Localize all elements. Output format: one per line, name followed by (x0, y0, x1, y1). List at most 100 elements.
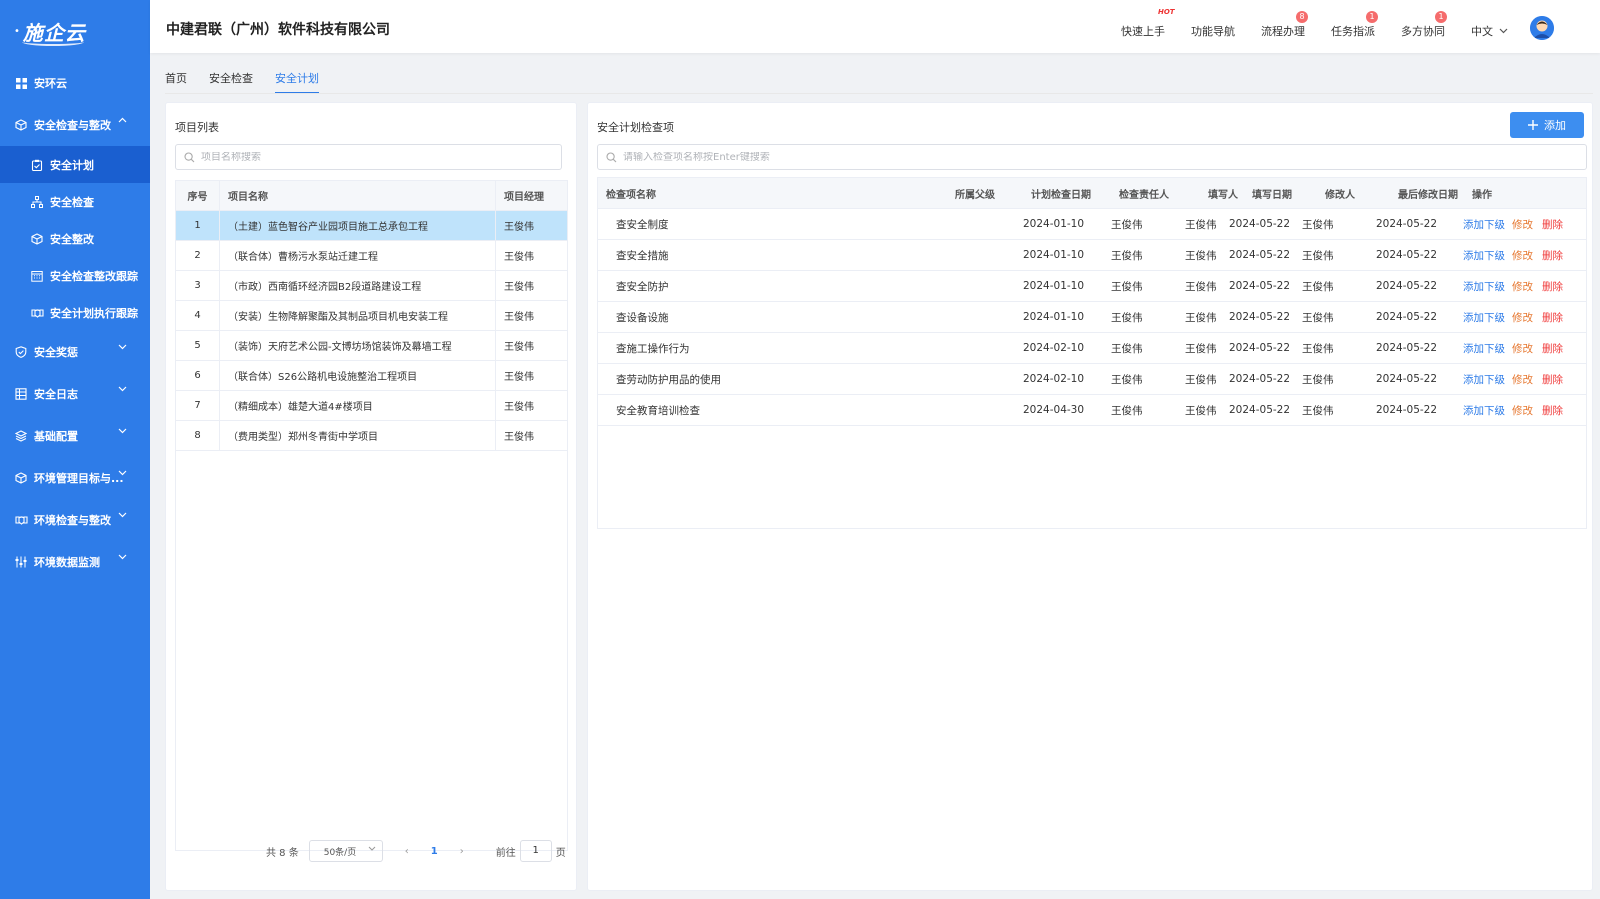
sidebar-subitem-1-1[interactable]: 安全检查 (0, 183, 150, 220)
delete-link[interactable]: 删除 (1542, 248, 1563, 263)
nav-collaboration[interactable]: 多方协同 (1401, 23, 1445, 39)
item-name: 查安全制度 (616, 218, 669, 231)
project-row[interactable]: 6 （联合体）S26公路机电设施整治工程项目 王俊伟 (176, 361, 567, 391)
sidebar-item-label: 安全奖惩 (34, 346, 78, 359)
add-child-link[interactable]: 添加下级 (1463, 279, 1505, 294)
edit-link[interactable]: 修改 (1512, 248, 1533, 263)
delete-link[interactable]: 删除 (1542, 217, 1563, 232)
project-row[interactable]: 3 （市政）西南循环经济园B2段道路建设工程 王俊伟 (176, 271, 567, 301)
edit-link[interactable]: 修改 (1512, 217, 1533, 232)
project-row[interactable]: 1 （土建）蓝色智谷产业园项目施工总承包工程 王俊伟 (176, 211, 567, 241)
item-filler: 王俊伟 (1185, 218, 1217, 231)
nav-process[interactable]: 流程办理 (1261, 23, 1305, 39)
edit-link[interactable]: 修改 (1512, 372, 1533, 387)
tab-safety-check[interactable]: 安全检查 (209, 66, 253, 94)
delete-link[interactable]: 删除 (1542, 372, 1563, 387)
sidebar-item-1[interactable]: 安全检查与整改 (0, 104, 150, 146)
add-child-link[interactable]: 添加下级 (1463, 372, 1505, 387)
delete-link[interactable]: 删除 (1542, 279, 1563, 294)
item-modifier: 王俊伟 (1302, 249, 1334, 262)
sidebar-item-7[interactable]: 环境数据监测 (0, 541, 150, 583)
sidebar-item-5[interactable]: 环境管理目标与... (0, 457, 150, 499)
handshake-icon (14, 513, 28, 527)
current-page[interactable]: 1 (431, 846, 438, 857)
sidebar-item-3[interactable]: 安全日志 (0, 373, 150, 415)
project-row[interactable]: 4 （安装）生物降解聚酯及其制品项目机电安装工程 王俊伟 (176, 301, 567, 331)
item-fill-date: 2024-05-22 (1229, 249, 1291, 261)
project-name: （精细成本）雄楚大道4#楼项目 (220, 391, 496, 420)
sidebar-subitem-1-2[interactable]: 安全整改 (0, 220, 150, 257)
chevron-down-icon[interactable] (118, 554, 128, 564)
sidebar-item-0[interactable]: 安环云 (0, 62, 150, 104)
edit-link[interactable]: 修改 (1512, 403, 1533, 418)
edit-link[interactable]: 修改 (1512, 310, 1533, 325)
item-owner: 王俊伟 (1111, 342, 1143, 355)
sidebar-item-2[interactable]: 安全奖惩 (0, 331, 150, 373)
add-child-link[interactable]: 添加下级 (1463, 403, 1505, 418)
page-suffix: 页 (555, 847, 566, 859)
check-item-search-input[interactable] (623, 151, 1505, 163)
project-no: 7 (176, 391, 220, 420)
item-filler: 王俊伟 (1185, 373, 1217, 386)
brand-logo[interactable]: • 施企云 (0, 0, 150, 62)
edit-link[interactable]: 修改 (1512, 279, 1533, 294)
goto-page-input[interactable]: 1 (519, 840, 552, 862)
add-child-link[interactable]: 添加下级 (1463, 217, 1505, 232)
shield-icon (14, 345, 28, 359)
project-search-input[interactable] (201, 151, 541, 163)
language-select[interactable]: 中文 (1471, 23, 1508, 39)
chevron-down-icon[interactable] (118, 470, 128, 480)
project-row[interactable]: 5 （装饰）天府艺术公园-文博坊场馆装饰及幕墙工程 王俊伟 (176, 331, 567, 361)
item-last-modified: 2024-05-22 (1376, 373, 1438, 385)
item-plan-date: 2024-01-10 (1023, 280, 1085, 292)
pagination: 共 8 条 50条/页 ‹ 1 › 前往 1 页 (266, 840, 566, 862)
sidebar-item-4[interactable]: 基础配置 (0, 415, 150, 457)
check-item-search[interactable] (597, 144, 1587, 170)
company-name: 中建君联（广州）软件科技有限公司 (166, 22, 390, 38)
item-name: 安全教育培训检查 (616, 404, 700, 417)
delete-link[interactable]: 删除 (1542, 310, 1563, 325)
col-header-operations: 操作 (1472, 189, 1492, 201)
chevron-down-icon[interactable] (118, 344, 128, 354)
project-search[interactable] (175, 144, 562, 170)
delete-link[interactable]: 删除 (1542, 341, 1563, 356)
add-child-link[interactable]: 添加下级 (1463, 248, 1505, 263)
check-items-title: 安全计划检查项 (597, 121, 674, 134)
sidebar-subitem-label: 安全计划执行跟踪 (50, 306, 138, 320)
chevron-down-icon[interactable] (118, 512, 128, 522)
project-row[interactable]: 7 （精细成本）雄楚大道4#楼项目 王俊伟 (176, 391, 567, 421)
add-button[interactable]: 添加 (1510, 112, 1584, 138)
edit-link[interactable]: 修改 (1512, 341, 1533, 356)
chevron-up-icon[interactable] (118, 117, 128, 127)
project-row[interactable]: 8 （费用类型）郑州冬青街中学项目 王俊伟 (176, 421, 567, 451)
user-avatar[interactable] (1530, 16, 1554, 40)
chevron-down-icon[interactable] (118, 428, 128, 438)
col-header-filler: 填写人 (1208, 189, 1238, 201)
sidebar-item-6[interactable]: 环境检查与整改 (0, 499, 150, 541)
sidebar-subitem-1-4[interactable]: 安全计划执行跟踪 (0, 294, 150, 331)
tab-safety-plan[interactable]: 安全计划 (275, 66, 319, 94)
cube-icon (14, 471, 28, 485)
sidebar-subitem-1-3[interactable]: 安全检查整改跟踪 (0, 257, 150, 294)
nav-function-guide[interactable]: 功能导航 (1191, 23, 1235, 39)
chevron-down-icon[interactable] (118, 386, 128, 396)
delete-link[interactable]: 删除 (1542, 403, 1563, 418)
sidebar-subitem-1-0[interactable]: 安全计划 (0, 146, 150, 183)
next-page-icon[interactable]: › (460, 846, 464, 857)
item-fill-date: 2024-05-22 (1229, 280, 1291, 292)
tab-home[interactable]: 首页 (165, 66, 187, 94)
nav-quick-start[interactable]: 快速上手 (1121, 23, 1165, 39)
top-header: 中建君联（广州）软件科技有限公司 快速上手 HOT 功能导航 流程办理 8 任务… (150, 0, 1600, 53)
nav-task-assign[interactable]: 任务指派 (1331, 23, 1375, 39)
project-row[interactable]: 2 （联合体）曹杨污水泵站迁建工程 王俊伟 (176, 241, 567, 271)
item-last-modified: 2024-05-22 (1376, 280, 1438, 292)
project-manager: 王俊伟 (504, 372, 534, 383)
add-child-link[interactable]: 添加下级 (1463, 341, 1505, 356)
tab-divider (165, 93, 1593, 94)
page-size-select[interactable]: 50条/页 (308, 840, 383, 862)
project-manager: 王俊伟 (504, 342, 534, 353)
project-no: 2 (176, 241, 220, 270)
prev-page-icon[interactable]: ‹ (405, 846, 409, 857)
add-child-link[interactable]: 添加下级 (1463, 310, 1505, 325)
check-item-row: 查安全制度 2024-01-10 王俊伟 王俊伟 2024-05-22 王俊伟 2024-0… (598, 209, 1586, 240)
